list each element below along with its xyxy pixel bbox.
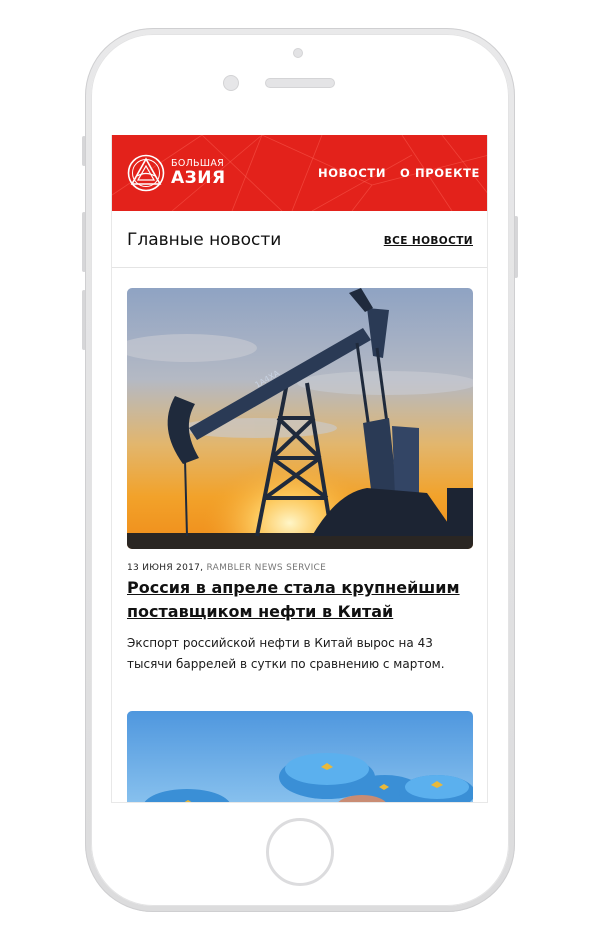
home-button[interactable]: [266, 818, 334, 886]
logo-icon[interactable]: [127, 154, 165, 192]
article-headline[interactable]: Россия в апреле стала крупнейшим поставщ…: [127, 576, 477, 624]
section-title: Главные новости: [127, 230, 282, 250]
article-image-2[interactable]: [127, 711, 473, 803]
top-bar: БОЛЬШАЯ АЗИЯ НОВОСТИ О ПРОЕКТЕ: [112, 135, 487, 211]
article-meta: 13 ИЮНЯ 2017, RAMBLER NEWS SERVICE: [127, 563, 326, 573]
app-screen: БОЛЬШАЯ АЗИЯ НОВОСТИ О ПРОЕКТЕ Главные н…: [111, 135, 488, 803]
article-lead: Экспорт российской нефти в Китай вырос н…: [127, 636, 445, 671]
front-camera: [223, 75, 239, 91]
logo-text-big: АЗИЯ: [171, 168, 226, 188]
proximity-sensor: [293, 48, 303, 58]
section-header: Главные новости ВСЕ НОВОСТИ: [112, 211, 487, 268]
earpiece-speaker: [265, 78, 335, 88]
article-source: RAMBLER NEWS SERVICE: [206, 563, 327, 573]
article-image[interactable]: 1А4ХА: [127, 288, 473, 549]
article-date: 13 ИЮНЯ 2017,: [127, 563, 204, 573]
nav-news[interactable]: НОВОСТИ: [318, 166, 386, 180]
all-news-link[interactable]: ВСЕ НОВОСТИ: [384, 235, 473, 247]
nav-about[interactable]: О ПРОЕКТЕ: [400, 166, 480, 180]
